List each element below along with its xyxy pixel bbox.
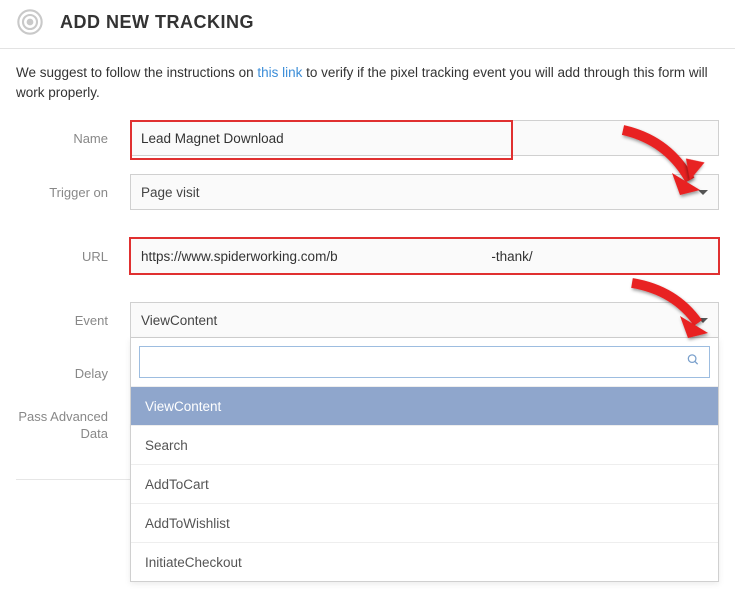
event-dropdown: ViewContent Search AddToCart AddToWishli… bbox=[130, 338, 719, 582]
delay-label: Delay bbox=[16, 366, 130, 381]
event-option-viewcontent[interactable]: ViewContent bbox=[131, 386, 718, 425]
intro-before: We suggest to follow the instructions on bbox=[16, 65, 257, 80]
intro-link[interactable]: this link bbox=[257, 65, 302, 80]
url-input[interactable] bbox=[130, 238, 719, 274]
target-icon bbox=[16, 8, 44, 36]
chevron-down-icon bbox=[698, 318, 708, 323]
trigger-label: Trigger on bbox=[16, 185, 130, 200]
event-option-search[interactable]: Search bbox=[131, 425, 718, 464]
trigger-value: Page visit bbox=[141, 185, 200, 200]
chevron-down-icon bbox=[698, 190, 708, 195]
event-option-addtocart[interactable]: AddToCart bbox=[131, 464, 718, 503]
page-title: ADD NEW TRACKING bbox=[60, 12, 254, 33]
event-select[interactable]: ViewContent bbox=[130, 302, 719, 338]
row-event: Event ViewContent bbox=[16, 302, 719, 338]
pass-advanced-label: Pass Advanced Data bbox=[16, 409, 130, 443]
name-input[interactable] bbox=[130, 120, 719, 156]
header: ADD NEW TRACKING bbox=[0, 0, 735, 49]
event-option-addtowishlist[interactable]: AddToWishlist bbox=[131, 503, 718, 542]
name-label: Name bbox=[16, 131, 130, 146]
form: Name Trigger on Page visit URL Event Vie… bbox=[0, 120, 735, 480]
event-label: Event bbox=[16, 313, 130, 328]
url-label: URL bbox=[16, 249, 130, 264]
event-search-input[interactable] bbox=[139, 346, 710, 378]
row-name: Name bbox=[16, 120, 719, 156]
row-url: URL bbox=[16, 238, 719, 274]
event-option-initiatecheckout[interactable]: InitiateCheckout bbox=[131, 542, 718, 581]
search-icon bbox=[686, 353, 700, 372]
row-trigger: Trigger on Page visit bbox=[16, 174, 719, 210]
event-value: ViewContent bbox=[141, 313, 217, 328]
trigger-select[interactable]: Page visit bbox=[130, 174, 719, 210]
intro-text: We suggest to follow the instructions on… bbox=[0, 49, 735, 120]
